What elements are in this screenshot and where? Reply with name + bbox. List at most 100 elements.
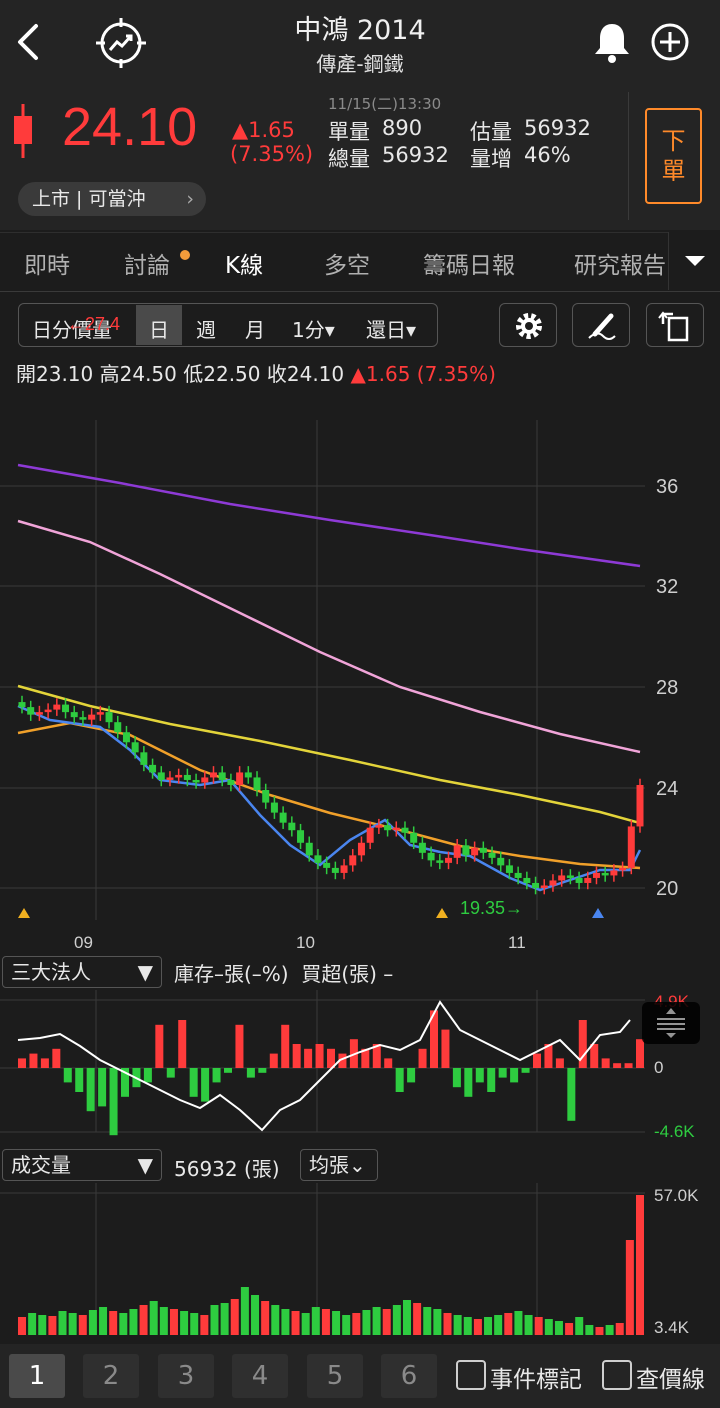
vol-bar — [58, 1311, 67, 1335]
candle-body — [453, 845, 461, 858]
x-tick-11: 11 — [508, 933, 526, 952]
rotate-button[interactable] — [646, 303, 704, 347]
tab-more-button[interactable] — [668, 232, 720, 290]
vol-bar — [382, 1309, 391, 1335]
resize-handle[interactable] — [642, 1002, 700, 1044]
candle-body — [297, 830, 305, 843]
candle-body — [236, 772, 244, 785]
vol-bar — [159, 1307, 168, 1335]
vol-bar — [534, 1317, 543, 1335]
candle-body — [627, 826, 635, 868]
inst-bar — [418, 1048, 427, 1068]
seg-day[interactable]: 日 — [149, 314, 169, 343]
candlestick-chart[interactable] — [0, 390, 720, 955]
seg-minute[interactable]: 1分▾ — [292, 314, 335, 343]
ma-60-line — [17, 684, 641, 825]
candle-body — [175, 774, 183, 778]
vol-bar — [48, 1316, 57, 1335]
seg-week[interactable]: 週 — [196, 314, 216, 343]
inst-bar — [75, 1068, 84, 1092]
candle-body — [18, 702, 26, 708]
candle-body — [166, 777, 174, 780]
vol-bar — [68, 1313, 77, 1335]
vol-bar — [433, 1309, 442, 1335]
candle-body — [105, 712, 113, 723]
inst-bar — [555, 1058, 564, 1068]
candle-body — [70, 712, 78, 718]
candle-body — [331, 867, 339, 873]
vol-bar — [301, 1313, 310, 1335]
vol-bar — [38, 1315, 47, 1335]
add-circle-icon[interactable] — [650, 22, 690, 62]
inst-y-bottom: -4.6K — [654, 1122, 695, 1141]
avg-volume-label: 均張⌄ — [309, 1153, 366, 1177]
vol-bar — [109, 1311, 118, 1335]
vol-bar — [484, 1317, 493, 1335]
candle-body — [35, 712, 43, 715]
draw-button[interactable] — [572, 303, 630, 347]
candle-body — [575, 877, 583, 883]
avg-volume-button[interactable]: 均張⌄ — [300, 1149, 378, 1181]
vol-bar — [210, 1305, 219, 1335]
event-marker-yellow — [436, 908, 448, 918]
layout-page-3[interactable]: 3 — [158, 1354, 214, 1398]
institutional-dropdown[interactable]: 三大法人 ▼ — [2, 956, 162, 988]
vol-bar — [271, 1305, 280, 1335]
candle-body — [131, 742, 139, 753]
tab-chip-report[interactable]: 籌碼日報 — [423, 246, 515, 280]
candle-body — [262, 790, 270, 803]
candle-body — [270, 802, 278, 813]
tab-realtime[interactable]: 即時 — [24, 246, 70, 280]
vol-bar — [504, 1313, 513, 1335]
chevron-right-icon: › — [186, 188, 194, 210]
candle-body — [244, 772, 252, 778]
seg-month[interactable]: 月 — [245, 314, 265, 343]
candle-body — [401, 827, 409, 833]
layout-page-6[interactable]: 6 — [381, 1354, 437, 1398]
price-line-checkbox[interactable] — [602, 1360, 632, 1390]
volume-chart[interactable] — [0, 1183, 720, 1343]
candle-body — [349, 855, 357, 866]
inst-bar — [52, 1048, 61, 1068]
event-marker-blue — [592, 908, 604, 918]
layout-page-4[interactable]: 4 — [232, 1354, 288, 1398]
inst-bar — [281, 1024, 290, 1068]
ma-20-line — [17, 721, 641, 870]
order-button[interactable]: 下 單 — [645, 108, 702, 204]
tab-long-short[interactable]: 多空 — [324, 246, 370, 280]
market-tag[interactable]: 上市 | 可當沖 › — [18, 182, 206, 216]
inst-bar — [304, 1048, 313, 1068]
inst-bar — [315, 1044, 324, 1068]
seg-adjust[interactable]: 還日▾ — [366, 314, 416, 343]
order-button-label: 下 單 — [661, 127, 686, 185]
inst-bar — [29, 1053, 38, 1068]
vol-bar — [392, 1305, 401, 1335]
vol-y-top: 57.0K — [654, 1186, 699, 1205]
quote-datetime: 11/15(二)13:30 — [328, 95, 442, 113]
vol-bar — [636, 1195, 644, 1335]
event-mark-checkbox[interactable] — [456, 1360, 486, 1390]
inst-bar — [567, 1068, 576, 1121]
institutional-chart[interactable] — [0, 990, 720, 1145]
volume-dropdown[interactable]: 成交量 ▼ — [2, 1149, 162, 1181]
divider — [628, 92, 629, 220]
single-vol: 890 — [382, 116, 423, 140]
bell-icon[interactable] — [590, 20, 634, 64]
tab-discussion[interactable]: 討論 — [124, 246, 170, 280]
gear-icon — [516, 313, 542, 339]
layout-page-2[interactable]: 2 — [83, 1354, 139, 1398]
vol-bar — [453, 1315, 462, 1335]
price-line-label: 查價線 — [636, 1367, 705, 1393]
tab-kline[interactable]: K線 — [225, 246, 263, 280]
inst-bar — [590, 1044, 599, 1068]
inst-bar — [224, 1068, 232, 1073]
tab-research[interactable]: 研究報告 — [574, 246, 668, 280]
vol-bar — [463, 1317, 472, 1335]
candle-body — [375, 825, 383, 828]
layout-page-1[interactable]: 1 — [9, 1354, 65, 1398]
y-tick-36: 36 — [656, 476, 679, 498]
layout-page-5[interactable]: 5 — [307, 1354, 363, 1398]
inst-bar — [178, 1020, 187, 1068]
settings-button[interactable] — [499, 303, 557, 347]
candle-body — [410, 832, 418, 843]
